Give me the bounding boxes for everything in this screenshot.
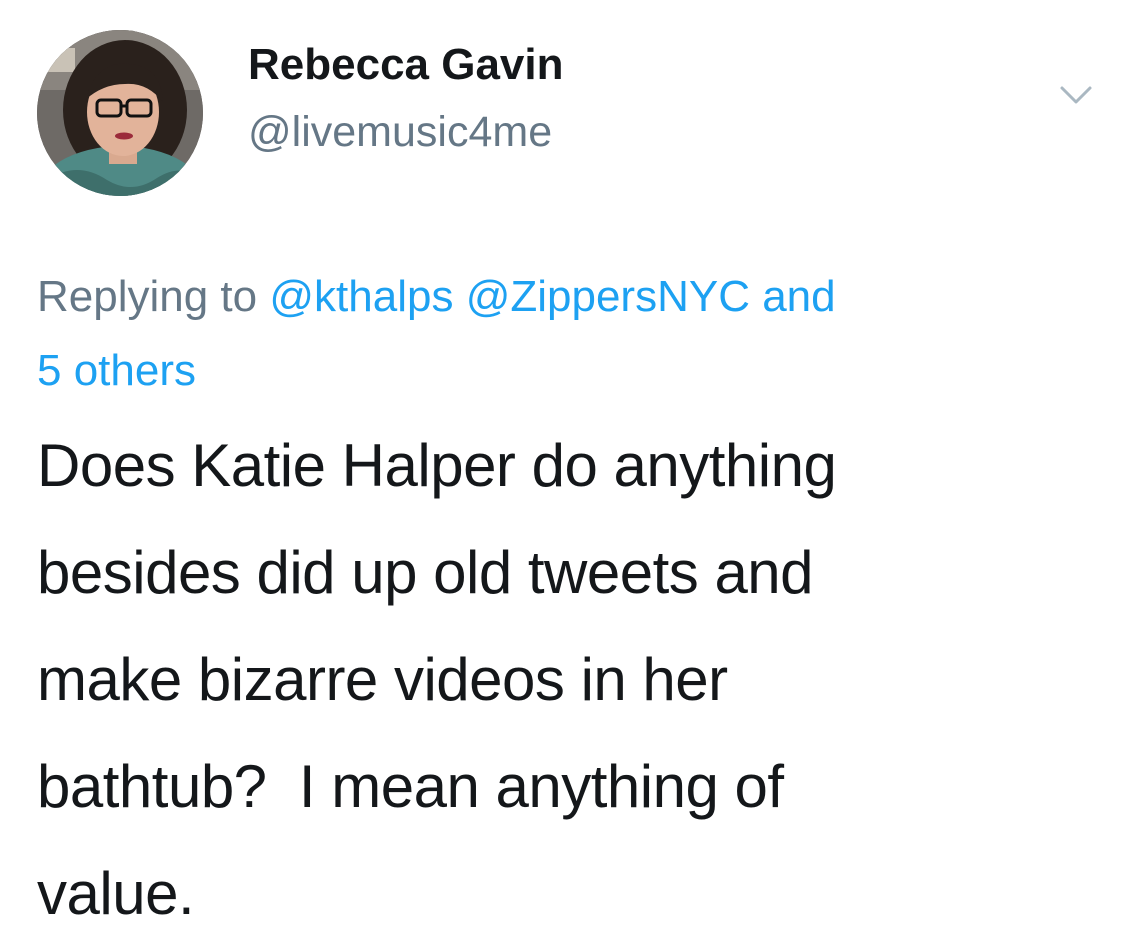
tweet-text-line: make bizarre videos in her: [37, 646, 728, 713]
mention-link[interactable]: @ZippersNYC: [466, 272, 750, 321]
author-handle[interactable]: @livemusic4me: [248, 108, 552, 157]
reply-prefix: Replying to: [37, 272, 258, 321]
mention-link[interactable]: @kthalps: [269, 272, 453, 321]
avatar[interactable]: [37, 30, 203, 196]
others-link[interactable]: 5 others: [37, 346, 196, 395]
reply-context: Replying to @kthalps @ZippersNYC and 5 o…: [37, 260, 1077, 408]
tweet-text-line: value.: [37, 860, 195, 927]
tweet-text-line: besides did up old tweets and: [37, 539, 814, 606]
author-display-name[interactable]: Rebecca Gavin: [248, 40, 564, 90]
tweet-text-line: Does Katie Halper do anything: [37, 432, 837, 499]
chevron-down-icon[interactable]: [1056, 80, 1096, 110]
tweet-card: Rebecca Gavin @livemusic4me Replying to …: [0, 0, 1125, 927]
reply-conjunction[interactable]: and: [762, 272, 835, 321]
tweet-text-line: bathtub? I mean anything of: [37, 753, 784, 820]
tweet-body: Does Katie Halper do anything besides di…: [37, 412, 1097, 947]
avatar-photo: [37, 30, 203, 196]
